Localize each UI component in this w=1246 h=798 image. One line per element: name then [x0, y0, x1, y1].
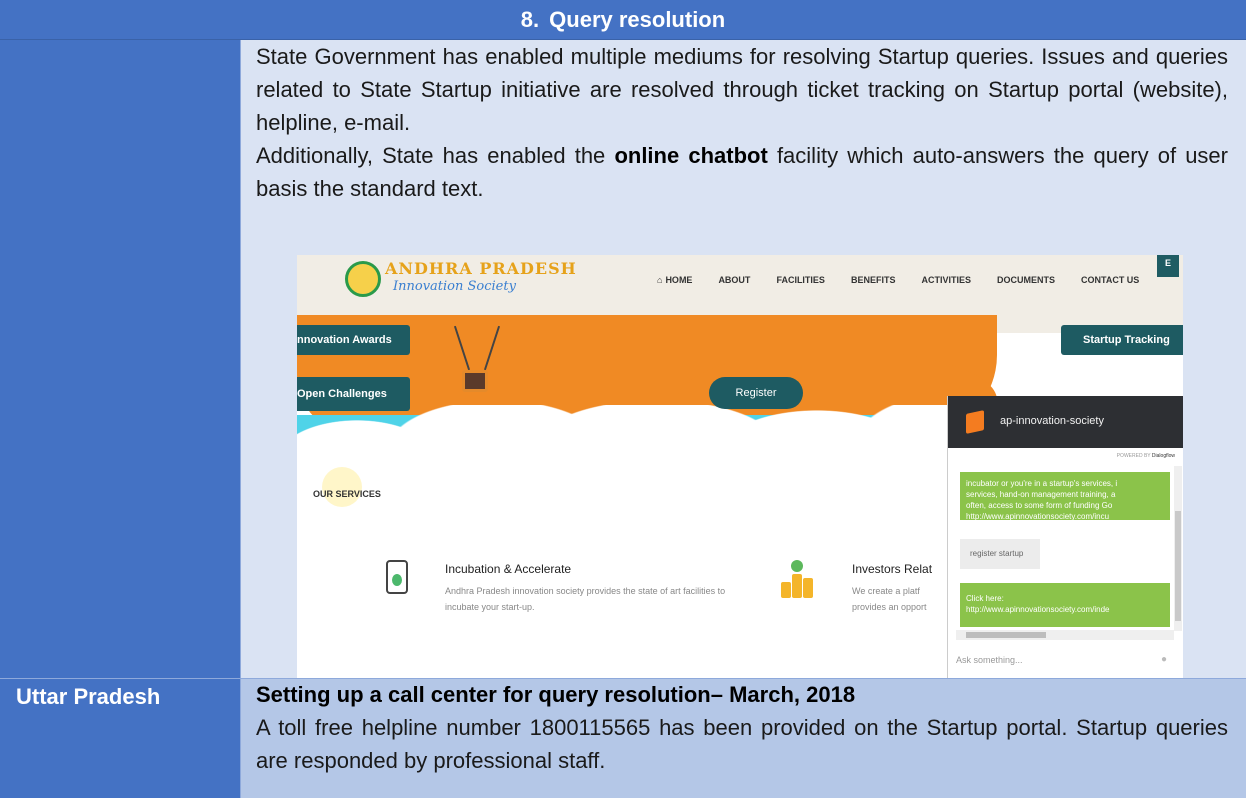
powered-by: POWERED BY Dialogflow [1117, 453, 1175, 459]
coin-stack [803, 578, 813, 598]
section-header: 8. Query resolution [0, 0, 1246, 40]
our-services-label: OUR SERVICES [313, 489, 381, 499]
bot-message-link[interactable]: http://www.apinnovationsociety.com/incu [966, 511, 1164, 520]
ap-emblem-logo[interactable] [345, 261, 381, 297]
plant-leaf [791, 560, 803, 572]
balloon-icon [447, 325, 507, 395]
investors-desc-line: We create a platf [852, 586, 920, 596]
corner-tab[interactable]: E [1157, 255, 1179, 277]
bot-message-line: Click here: [966, 594, 1004, 603]
bot-message-link[interactable]: http://www.apinnovationsociety.com/inde [966, 604, 1164, 615]
nav-benefits[interactable]: BENEFITS [851, 275, 896, 285]
website-screenshot: ANDHRA PRADESH Innovation Society ⌂ HOME … [297, 255, 1183, 678]
bot-message: Click here: http://www.apinnovationsocie… [960, 583, 1170, 627]
scroll-thumb[interactable] [966, 632, 1046, 638]
intro-paragraph-2: Additionally, State has enabled the onli… [256, 139, 1228, 205]
investors-title[interactable]: Investors Relat [852, 562, 932, 576]
innovation-awards-button[interactable]: nnovation Awards [297, 325, 410, 355]
chat-input[interactable]: Ask something... [956, 655, 1023, 665]
intro-p2-start: Additionally, State has enabled the [256, 143, 615, 168]
startup-tracking-button[interactable]: Startup Tracking [1061, 325, 1183, 355]
dialogflow-brand: Dialogflow [1151, 453, 1175, 459]
row-divider [0, 678, 1246, 679]
intro-text: State Government has enabled multiple me… [256, 40, 1228, 205]
nav-contact[interactable]: CONTACT US [1081, 275, 1139, 285]
scroll-thumb[interactable] [1175, 511, 1181, 621]
incubation-description: Andhra Pradesh innovation society provid… [445, 586, 726, 612]
chat-header: ap-innovation-society [948, 396, 1183, 448]
chat-horizontal-scrollbar[interactable] [956, 630, 1174, 640]
open-challenges-button[interactable]: Open Challenges [297, 377, 410, 411]
nav-home[interactable]: ⌂ HOME [657, 275, 692, 285]
nav-facilities[interactable]: FACILITIES [776, 275, 825, 285]
coin-stack [792, 574, 802, 598]
site-nav: ⌂ HOME ABOUT FACILITIES BENEFITS ACTIVITI… [657, 275, 1139, 285]
incubation-title[interactable]: Incubation & Accelerate [445, 562, 571, 576]
nav-documents[interactable]: DOCUMENTS [997, 275, 1055, 285]
chat-vertical-scrollbar[interactable] [1174, 466, 1182, 631]
logo-title[interactable]: ANDHRA PRADESH [385, 259, 577, 278]
investors-icon [781, 560, 813, 598]
up-initiative-title: Setting up a call center for query resol… [256, 682, 856, 707]
online-chatbot-emphasis: online chatbot [614, 143, 768, 168]
up-content: Setting up a call center for query resol… [256, 678, 1228, 777]
incubation-icon [386, 560, 408, 594]
microphone-icon[interactable]: ● [1161, 654, 1167, 665]
register-button[interactable]: Register [709, 377, 803, 409]
state-name: Uttar Pradesh [16, 684, 161, 709]
balloon-rope [483, 325, 501, 371]
balloon-rope [453, 325, 471, 371]
nav-activities[interactable]: ACTIVITIES [921, 275, 971, 285]
bot-avatar-icon [966, 410, 984, 434]
state-cell-empty [0, 40, 240, 678]
section-number: 8. [520, 6, 540, 32]
coin-stack [781, 582, 791, 598]
chat-title: ap-innovation-society [1000, 415, 1104, 427]
up-initiative-body: A toll free helpline number 1800115565 h… [256, 715, 1228, 773]
bot-message-line: services, hand-on management training, a [966, 490, 1116, 499]
state-name-cell: Uttar Pradesh [0, 678, 240, 798]
section-title: Query resolution [549, 6, 726, 32]
powered-by-label: POWERED BY [1116, 453, 1151, 459]
investors-desc-line: provides an opport [852, 602, 927, 612]
bot-message-line: often, access to some form of funding Go [966, 501, 1113, 510]
services-decoration [322, 467, 362, 507]
nav-about[interactable]: ABOUT [718, 275, 750, 285]
user-message: register startup [960, 539, 1040, 569]
logo-subtitle[interactable]: Innovation Society [393, 279, 516, 294]
bot-message-line: incubator or you're in a startup's servi… [966, 479, 1118, 488]
balloon-basket [462, 370, 488, 392]
investors-description: We create a platf provides an opport [852, 583, 947, 615]
home-icon: ⌂ [657, 275, 663, 285]
chatbot-widget: ap-innovation-society POWERED BY Dialogf… [947, 396, 1183, 678]
bot-message: incubator or you're in a startup's servi… [960, 472, 1170, 520]
nav-home-label: HOME [665, 275, 693, 285]
column-divider [240, 40, 241, 798]
intro-paragraph-1: State Government has enabled multiple me… [256, 44, 1228, 135]
